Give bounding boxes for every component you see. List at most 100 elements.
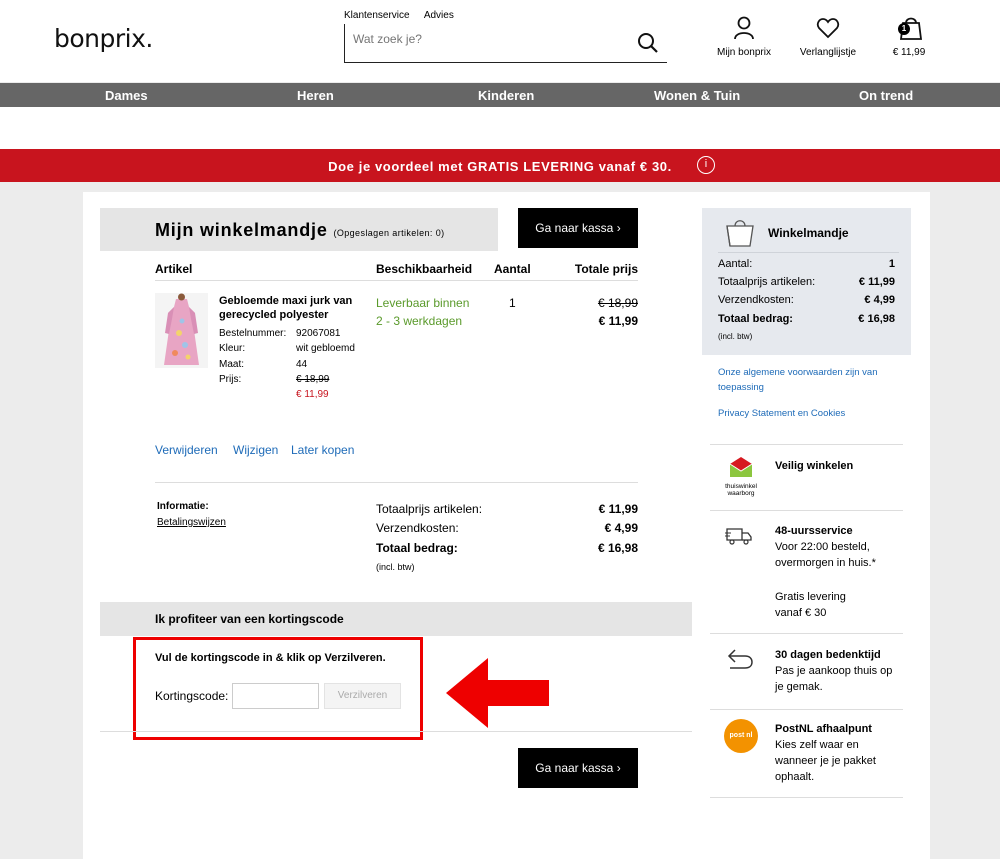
availability-line-2: 2 - 3 werkdagen [376, 314, 463, 328]
subtotal-value: € 11,99 [598, 502, 638, 516]
size-value: 44 [296, 359, 308, 370]
chevron-right-icon: › [616, 761, 621, 775]
bonprix-logo[interactable]: bonprix. [54, 24, 153, 53]
top-links: Klantenservice Advies [344, 10, 466, 21]
old-price: € 18,99 [296, 374, 330, 385]
divider [710, 709, 903, 710]
main-navigation: Dames Heren Kinderen Wonen & Tuin On tre… [0, 83, 1000, 107]
edit-link[interactable]: Wijzigen [233, 443, 278, 457]
price-label: Prijs: [219, 374, 242, 385]
customer-service-link[interactable]: Klantenservice [344, 10, 410, 21]
divider [710, 797, 903, 798]
total-old-price: € 18,99 [597, 296, 638, 310]
nav-item-wonen-tuin[interactable]: Wonen & Tuin [654, 88, 740, 103]
nav-item-dames[interactable]: Dames [105, 88, 148, 103]
account-button[interactable]: Mijn bonprix [714, 16, 774, 58]
cart-button[interactable]: 1 € 11,99 [879, 16, 939, 58]
sale-price: € 11,99 [296, 389, 329, 400]
order-number-label: Bestelnummer: [219, 328, 287, 339]
divider [710, 510, 903, 511]
divider [718, 252, 899, 253]
search-box [344, 24, 667, 63]
remove-link[interactable]: Verwijderen [155, 443, 218, 457]
buy-later-link[interactable]: Later kopen [291, 443, 354, 457]
availability-line-1: Leverbaar binnen [376, 296, 470, 310]
search-icon[interactable] [637, 32, 659, 59]
feature-30-days: 30 dagen bedenktijd Pas je aankoop thuis … [775, 649, 893, 693]
spacer [0, 107, 1000, 149]
summary-vat-note: (incl. btw) [718, 332, 753, 341]
column-header-availability: Beschikbaarheid [376, 262, 473, 276]
summary-total-row: Totaal bedrag: € 16,98 [718, 313, 895, 325]
checkout-button-top[interactable]: Ga naar kassa › [518, 208, 638, 248]
user-icon [733, 16, 755, 43]
payment-methods-link[interactable]: Betalingswijzen [157, 517, 226, 528]
summary-subtotal-row: Totaalprijs artikelen: € 11,99 [718, 276, 895, 288]
divider [155, 482, 638, 483]
feature-free-delivery: Gratis levering vanaf € 30 [775, 591, 846, 619]
column-header-article: Artikel [155, 262, 193, 276]
saved-items-count: (Opgeslagen artikelen: 0) [333, 228, 445, 238]
column-header-quantity: Aantal [494, 262, 531, 276]
wishlist-button[interactable]: Verlanglijstje [798, 16, 858, 58]
color-value: wit gebloemd [296, 343, 355, 354]
quantity-value[interactable]: 1 [509, 296, 516, 310]
total-new-price: € 11,99 [598, 314, 638, 328]
annotation-arrow-icon [446, 658, 550, 733]
divider [710, 633, 903, 634]
cart-total-label: € 11,99 [892, 47, 926, 58]
summary-qty-row: Aantal: 1 [718, 258, 895, 270]
total-value: € 16,98 [597, 541, 638, 555]
cart-title-bar: Mijn winkelmandje (Opgeslagen artikelen:… [100, 208, 498, 251]
terms-link[interactable]: Onze algemene voorwaarden zijn van toepa… [718, 365, 898, 395]
feature-48h-service: 48-uursservice Voor 22:00 besteld, overmo… [775, 525, 876, 569]
delivery-truck-icon [725, 526, 753, 551]
order-number-value: 92067081 [296, 328, 341, 339]
feature-postnl: PostNL afhaalpunt Kies zelf waar en wanne… [775, 723, 876, 783]
account-label: Mijn bonprix [717, 47, 771, 58]
site-header: bonprix. Klantenservice Advies Mijn bonp… [0, 0, 1000, 82]
coupon-section-header: Ik profiteer van een kortingscode [100, 602, 692, 636]
info-icon[interactable]: i [697, 156, 715, 174]
product-name[interactable]: Gebloemde maxi jurk van gerecycled polye… [219, 294, 364, 322]
thuiswinkel-logo: thuiswinkel waarborg [719, 456, 763, 497]
postnl-logo: post nl [724, 719, 758, 753]
nav-item-heren[interactable]: Heren [297, 88, 334, 103]
chevron-right-icon: › [616, 221, 621, 235]
cart-count-badge: 1 [898, 23, 910, 35]
advice-link[interactable]: Advies [424, 10, 454, 21]
vat-note: (incl. btw) [376, 562, 415, 572]
coupon-section-title: Ik profiteer van een kortingscode [155, 612, 344, 626]
promo-banner: Doe je voordeel met GRATIS LEVERING vana… [0, 149, 1000, 182]
subtotal-label: Totaalprijs artikelen: [376, 502, 483, 516]
divider [100, 731, 692, 732]
wishlist-label: Verlanglijstje [799, 47, 857, 58]
return-arrow-icon [726, 647, 754, 676]
cart-summary-box: Winkelmandje Aantal: 1 Totaalprijs artike… [702, 208, 911, 355]
feature-safe-shopping: Veilig winkelen [775, 460, 854, 472]
nav-item-kinderen[interactable]: Kinderen [478, 88, 534, 103]
shipping-label: Verzendkosten: [376, 521, 459, 535]
shipping-value: € 4,99 [604, 521, 638, 535]
search-input[interactable] [353, 28, 623, 50]
checkout-button-bottom[interactable]: Ga naar kassa › [518, 748, 638, 788]
thuiswinkel-text: thuiswinkel waarborg [725, 483, 757, 497]
nav-item-on-trend[interactable]: On trend [859, 88, 913, 103]
divider [710, 444, 903, 445]
color-label: Kleur: [219, 343, 246, 354]
total-label: Totaal bedrag: [376, 541, 458, 555]
divider [155, 280, 638, 281]
annotation-highlight-box [133, 637, 423, 740]
column-header-total: Totale prijs [574, 262, 638, 276]
info-label: Informatie: [157, 501, 209, 512]
summary-shipping-row: Verzendkosten: € 4,99 [718, 294, 895, 306]
size-label: Maat: [219, 359, 245, 370]
page-title: Mijn winkelmandje (Opgeslagen artikelen:… [155, 220, 445, 240]
heart-icon [816, 18, 840, 43]
product-image[interactable] [155, 293, 208, 368]
shopping-bag-icon: 1 [895, 16, 923, 40]
shopping-bag-icon [724, 216, 756, 253]
summary-title: Winkelmandje [768, 226, 849, 240]
promo-banner-text: Doe je voordeel met GRATIS LEVERING vana… [328, 159, 672, 174]
privacy-link[interactable]: Privacy Statement en Cookies [718, 406, 898, 421]
